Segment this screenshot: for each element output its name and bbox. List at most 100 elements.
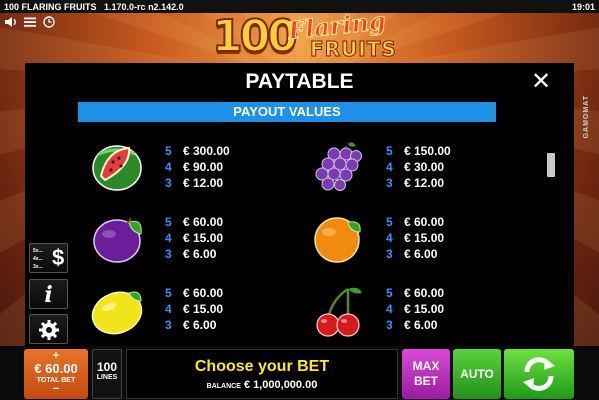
max-bet-label-line1: MAX <box>412 359 440 373</box>
payout-value: € 6.00 <box>183 318 217 332</box>
grapes-payouts: 5 € 150.00 4 € 30.00 3 € 12.00 <box>386 143 451 191</box>
status-title: 100 FLARING FRUITS 1.170.0-rc n2.142.0 <box>4 2 184 12</box>
payout-count: 5 <box>165 144 172 158</box>
payout-row: 5 € 60.00 <box>386 214 444 230</box>
payout-value: € 15.00 <box>183 231 224 245</box>
payout-count: 5 <box>386 286 393 300</box>
spin-button[interactable] <box>504 349 574 399</box>
lemon-payouts: 5 € 60.00 4 € 15.00 3 € 6.00 <box>165 285 223 333</box>
menu-icon[interactable] <box>23 16 37 28</box>
payout-value: € 15.00 <box>404 231 445 245</box>
settings-button[interactable] <box>29 314 68 344</box>
total-bet-control[interactable]: + € 60.00 TOTAL BET − <box>24 349 88 399</box>
payout-count: 4 <box>386 231 393 245</box>
payout-row: 4 € 15.00 <box>386 230 444 246</box>
payout-row: 4 € 15.00 <box>165 301 223 317</box>
payout-count: 5 <box>386 144 393 158</box>
auto-button[interactable]: AUTO <box>453 349 501 399</box>
balance-label: BALANCE <box>206 383 241 390</box>
paytable-row-5x: 5x... <box>33 248 43 254</box>
watermelon-icon <box>92 145 142 191</box>
payout-value: € 15.00 <box>404 302 445 316</box>
payout-count: 3 <box>386 176 393 190</box>
max-bet-button[interactable]: MAX BET <box>402 349 450 399</box>
speaker-icon[interactable] <box>4 16 18 28</box>
payout-value: € 6.00 <box>183 247 217 261</box>
payout-count: 5 <box>386 215 393 229</box>
payout-row: 4 € 90.00 <box>165 159 230 175</box>
bet-message-box: Choose your BET BALANCE € 1,000,000.00 <box>126 349 398 399</box>
total-bet-value: € 60.00 <box>34 361 78 376</box>
balance: BALANCE € 1,000,000.00 <box>127 379 397 391</box>
clock: 19:01 <box>571 1 595 12</box>
payout-count: 3 <box>386 318 393 332</box>
paytable-row-4x: 4x... <box>33 256 43 262</box>
close-button[interactable]: ✕ <box>530 70 552 94</box>
choose-bet-message: Choose your BET <box>194 358 330 375</box>
payout-row: 5 € 150.00 <box>386 143 451 159</box>
lines-label: LINES <box>96 374 118 381</box>
payout-row: 3 € 12.00 <box>165 175 230 191</box>
lines-display: 100 LINES <box>92 349 122 399</box>
payout-row: 3 € 6.00 <box>165 246 223 262</box>
watermelon-payouts: 5 € 300.00 4 € 90.00 3 € 12.00 <box>165 143 230 191</box>
payout-value: € 30.00 <box>404 160 445 174</box>
payout-value: € 12.00 <box>183 176 224 190</box>
payout-value: € 12.00 <box>404 176 445 190</box>
gear-icon <box>39 320 59 340</box>
game-logo: 100 Flaring FRUITS <box>200 5 400 63</box>
logo-word-fruits: FRUITS <box>310 37 397 62</box>
history-icon[interactable] <box>42 16 56 28</box>
payout-count: 3 <box>165 247 172 261</box>
info-button[interactable]: i <box>29 279 68 309</box>
payout-row: 5 € 300.00 <box>165 143 230 159</box>
paytable-row-3x: 3x... <box>33 264 43 270</box>
decrease-bet-button[interactable]: − <box>24 384 88 395</box>
plum-icon <box>93 217 142 263</box>
payout-count: 4 <box>386 302 393 316</box>
paytable-button[interactable]: 5x... 4x... 3x... $ <box>29 243 68 273</box>
balance-value: € 1,000,000.00 <box>243 379 318 391</box>
payout-value: € 60.00 <box>183 286 224 300</box>
payout-value: € 6.00 <box>404 318 438 332</box>
payout-value: € 15.00 <box>183 302 224 316</box>
spin-arrows-icon <box>523 357 555 391</box>
dollar-icon: $ <box>52 245 65 270</box>
cherries-icon <box>316 287 362 337</box>
payout-count: 3 <box>386 247 393 261</box>
info-icon: i <box>44 282 53 308</box>
payout-values-header: PAYOUT VALUES <box>78 102 496 122</box>
payout-count: 5 <box>165 286 172 300</box>
payout-row: 5 € 60.00 <box>386 285 444 301</box>
game-version: 1.170.0-rc n2.142.0 <box>104 1 184 12</box>
cherries-payouts: 5 € 60.00 4 € 15.00 3 € 6.00 <box>386 285 444 333</box>
lines-value: 100 <box>96 360 118 374</box>
payout-value: € 150.00 <box>404 144 451 158</box>
payout-row: 3 € 6.00 <box>386 246 444 262</box>
payout-count: 3 <box>165 176 172 190</box>
paytable-button-rows: 5x... 4x... 3x... <box>33 247 43 271</box>
payout-value: € 60.00 <box>404 215 445 229</box>
payout-row: 3 € 6.00 <box>165 317 223 333</box>
payout-value: € 6.00 <box>404 247 438 261</box>
orange-payouts: 5 € 60.00 4 € 15.00 3 € 6.00 <box>386 214 444 262</box>
top-tools <box>4 16 56 28</box>
brand-label: GAMOMAT <box>583 95 590 139</box>
payout-count: 4 <box>165 302 172 316</box>
payout-value: € 60.00 <box>183 215 224 229</box>
plum-payouts: 5 € 60.00 4 € 15.00 3 € 6.00 <box>165 214 223 262</box>
payout-count: 4 <box>165 160 172 174</box>
payout-row: 3 € 6.00 <box>386 317 444 333</box>
payout-value: € 90.00 <box>183 160 224 174</box>
scrollbar-thumb[interactable] <box>547 153 555 177</box>
payout-count: 3 <box>165 318 172 332</box>
payout-value: € 60.00 <box>404 286 445 300</box>
payout-count: 5 <box>165 215 172 229</box>
logo-number: 100 <box>211 10 299 63</box>
payout-count: 4 <box>165 231 172 245</box>
paytable-panel: PAYTABLE ✕ PAYOUT VALUES 5 € 300.00 4 € 90… <box>25 63 574 346</box>
lemon-icon <box>91 291 143 335</box>
game-title: 100 FLARING FRUITS <box>4 1 97 12</box>
paytable-title: PAYTABLE <box>245 70 354 93</box>
payout-row: 5 € 60.00 <box>165 214 223 230</box>
